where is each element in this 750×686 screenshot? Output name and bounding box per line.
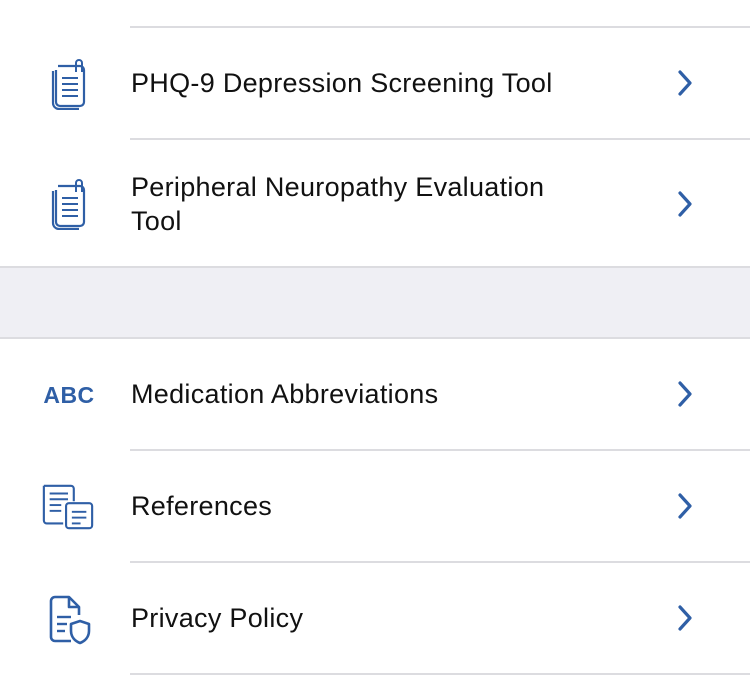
menu-item-references[interactable]: References bbox=[0, 451, 750, 561]
menu-item-privacy-policy[interactable]: Privacy Policy bbox=[0, 563, 750, 673]
chevron-right-icon bbox=[674, 603, 696, 633]
chevron-right-icon bbox=[674, 68, 696, 98]
separator bbox=[130, 673, 750, 675]
chevron-right-icon bbox=[674, 379, 696, 409]
menu-item-label: PHQ-9 Depression Screening Tool bbox=[131, 68, 553, 98]
chevron-right-icon bbox=[674, 491, 696, 521]
menu-item-medication-abbreviations[interactable]: ABC Medication Abbreviations bbox=[0, 339, 750, 449]
abc-text-icon: ABC bbox=[43, 381, 95, 408]
menu-item-label: Privacy Policy bbox=[131, 603, 304, 633]
section-gap bbox=[0, 268, 750, 338]
menu-item-phq9[interactable]: PHQ-9 Depression Screening Tool bbox=[0, 28, 750, 138]
menu-item-label: Peripheral Neuropathy Evaluation Tool bbox=[131, 172, 545, 236]
menu-item-label: Medication Abbreviations bbox=[131, 379, 439, 409]
menu-item-label: References bbox=[131, 491, 273, 521]
clipboard-document-icon bbox=[40, 176, 96, 232]
document-shield-icon bbox=[40, 591, 96, 647]
menu-item-peripheral-neuropathy[interactable]: Peripheral Neuropathy Evaluation Tool bbox=[0, 140, 750, 268]
chevron-right-icon bbox=[674, 189, 696, 219]
clipboard-document-icon bbox=[40, 56, 96, 112]
documents-list-icon bbox=[40, 479, 96, 535]
